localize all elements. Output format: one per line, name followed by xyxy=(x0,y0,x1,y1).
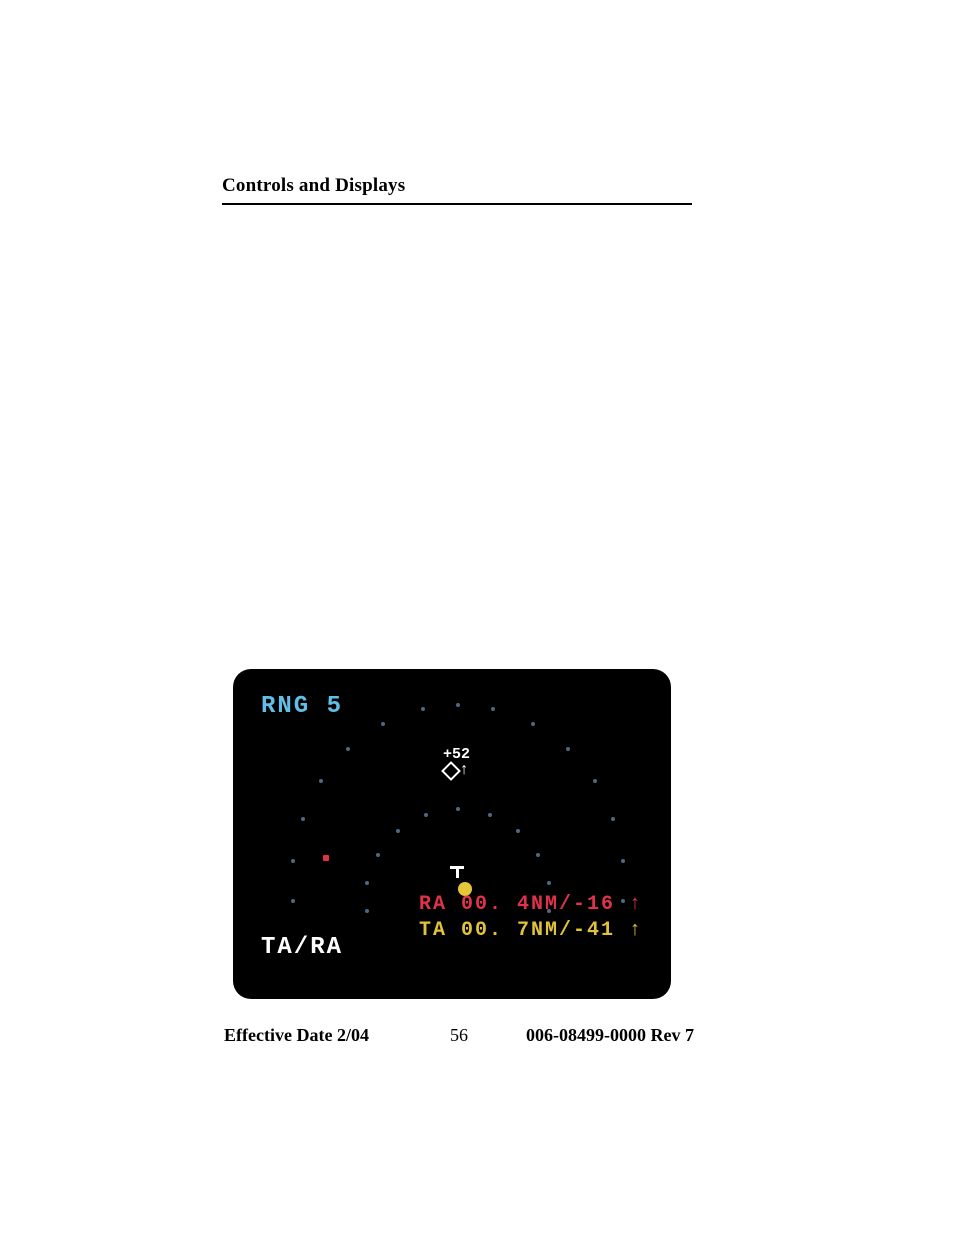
up-arrow-icon: ↑ xyxy=(459,762,469,778)
page-footer: Effective Date 2/04 56 006-08499-0000 Re… xyxy=(224,1025,694,1046)
traffic-other: +52 ↑ xyxy=(443,747,470,779)
ta-readout: TA 00. 7NM/-41 ↑ xyxy=(335,896,643,965)
effective-date: Effective Date 2/04 xyxy=(224,1025,369,1046)
tcas-display: RNG 5 xyxy=(233,669,671,999)
document-id: 006-08499-0000 Rev 7 xyxy=(526,1025,694,1046)
document-page: Controls and Displays RNG 5 xyxy=(0,0,954,1235)
ta-readout-text: TA 00. 7NM/-41 ↑ xyxy=(419,919,643,942)
traffic-other-altitude: +52 xyxy=(443,747,470,762)
tcas-mode-label: TA/RA xyxy=(261,934,343,961)
page-header: Controls and Displays xyxy=(222,175,692,205)
diamond-icon xyxy=(441,761,461,781)
section-title: Controls and Displays xyxy=(222,175,692,205)
ra-square-icon xyxy=(323,855,329,861)
